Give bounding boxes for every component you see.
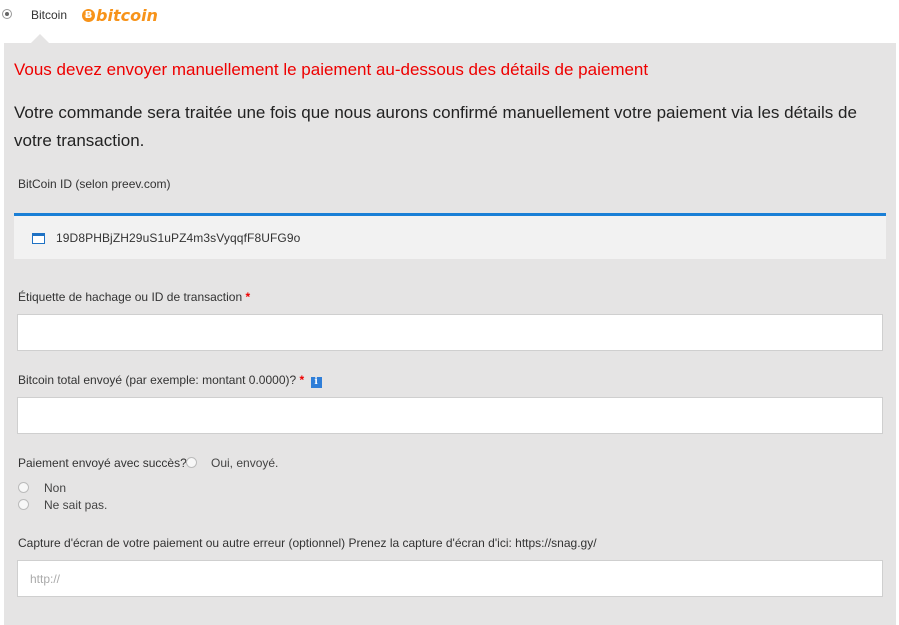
payment-status-label: Paiement envoyé avec succès? (18, 456, 187, 470)
bitcoin-address-box: 19D8PHBjZH29uS1uPZ4m3sVyqqfF8UFG9o (14, 213, 886, 259)
bitcoin-coin-icon: Ƀ (82, 8, 95, 22)
status-unknown-label[interactable]: Ne sait pas. (44, 498, 107, 512)
screenshot-field-label: Capture d'écran de votre paiement ou aut… (18, 536, 597, 550)
info-icon[interactable]: i (310, 377, 322, 388)
panel-notch (31, 34, 49, 43)
transaction-id-input[interactable] (17, 314, 883, 351)
bitcoin-id-label: BitCoin ID (selon preev.com) (18, 177, 171, 191)
required-mark: * (299, 373, 305, 387)
manual-payment-info: Votre commande sera traitée une fois que… (14, 103, 857, 150)
status-unknown-radio[interactable] (18, 499, 29, 510)
payment-method-label: Bitcoin (31, 8, 68, 22)
required-mark: * (245, 290, 251, 304)
status-no-label[interactable]: Non (44, 481, 66, 495)
bitcoin-address: 19D8PHBjZH29uS1uPZ4m3sVyqqfF8UFG9o (56, 231, 301, 245)
bitcoin-logo-word: bitcoin (96, 5, 158, 25)
bitcoin-method-radio[interactable] (2, 9, 12, 19)
manual-payment-warning: Vous devez envoyer manuellement le paiem… (14, 60, 649, 79)
wallet-icon (32, 233, 45, 244)
status-yes-radio[interactable] (186, 457, 197, 468)
payment-method-row[interactable]: Bitcoin Ƀ bitcoin (0, 0, 899, 34)
bitcoin-amount-input[interactable] (17, 397, 883, 434)
status-no-radio[interactable] (18, 482, 29, 493)
amount-field-label: Bitcoin total envoyé (par exemple: monta… (18, 373, 322, 388)
bitcoin-logo: Ƀ bitcoin (82, 5, 158, 25)
screenshot-url-input[interactable] (17, 560, 883, 597)
hash-field-label: Étiquette de hachage ou ID de transactio… (18, 290, 251, 304)
status-yes-label[interactable]: Oui, envoyé. (211, 456, 278, 470)
